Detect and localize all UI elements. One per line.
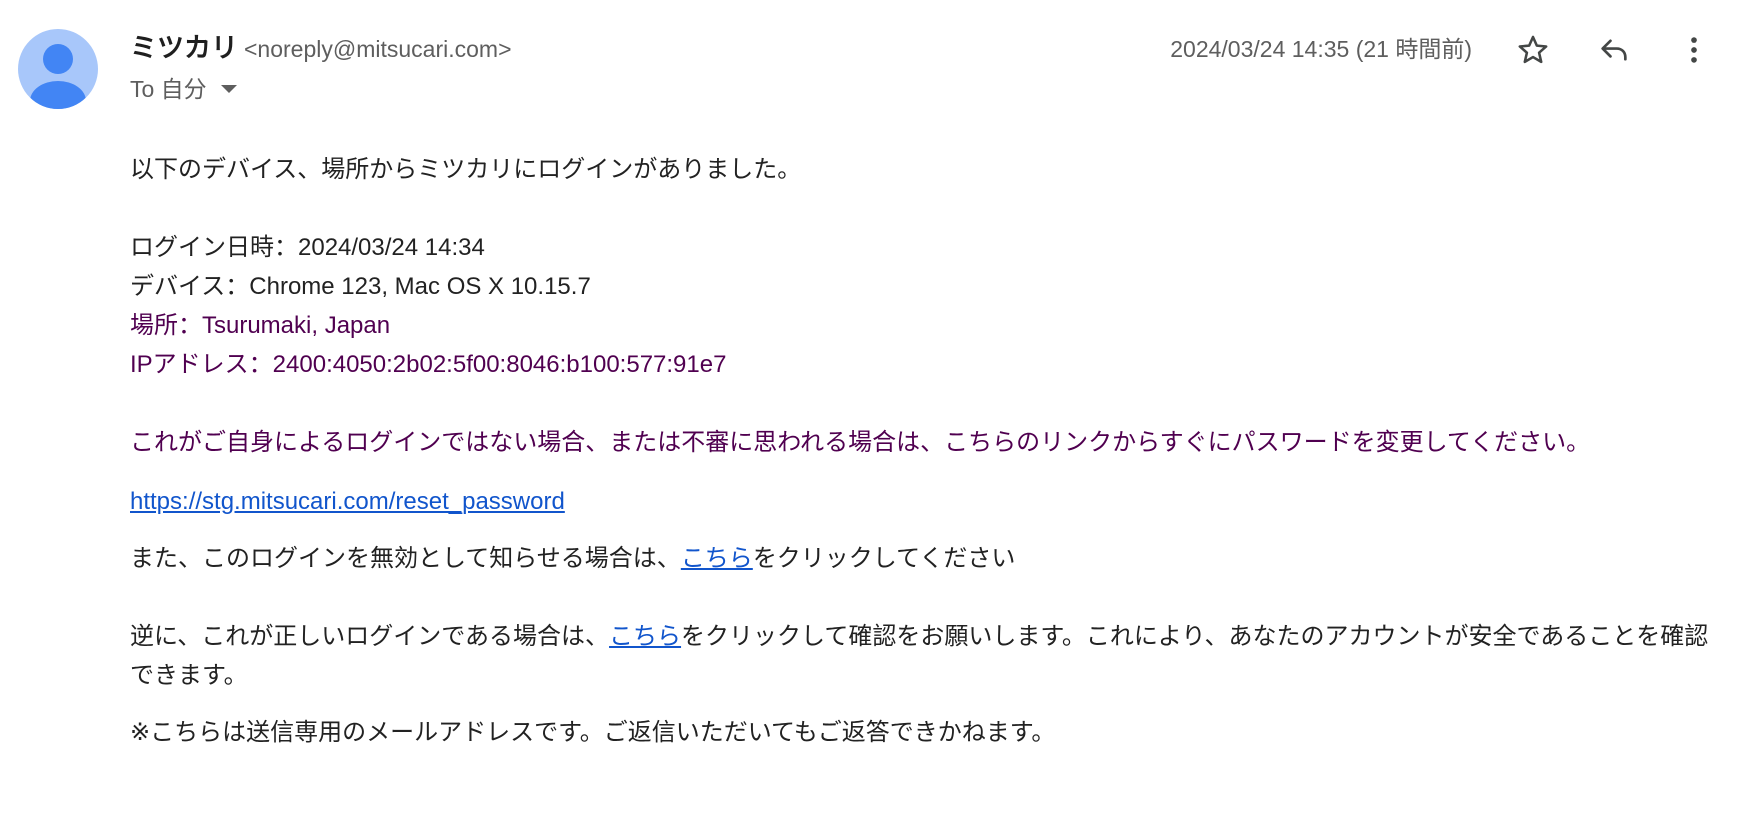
login-ip: IPアドレス：2400:4050:2b02:5f00:8046:b100:577… [130,351,727,378]
intro-text: 以下のデバイス、場所からミツカリにログインがありました。 [130,156,802,183]
invalidate-text-after: をクリックしてください [752,545,1016,572]
login-device: デバイス：Chrome 123, Mac OS X 10.15.7 [130,273,591,300]
star-outline-icon [1518,35,1548,64]
invalidate-text: また、このログインを無効として知らせる場合は、 [130,545,681,572]
login-time: ログイン日時：2024/03/24 14:34 [130,234,485,261]
reply-button[interactable] [1592,28,1636,72]
person-avatar-icon[interactable] [18,29,98,109]
invalidate-paragraph: また、このログインを無効として知らせる場合は、こちらをクリックしてください [130,539,1720,578]
confirm-link[interactable]: こちら [609,623,681,650]
more-vert-icon [1691,37,1697,63]
confirm-text: 逆に、これが正しいログインである場合は、 [130,623,610,650]
warning-text: これがご自身によるログインではない場合、または不審に思われる場合は、こちらのリン… [130,429,1591,456]
reset-password-link[interactable]: https://stg.mitsucari.com/reset_password [130,488,565,515]
sender-name[interactable]: ミツカリ [130,33,238,63]
sender-email: <noreply@mitsucari.com> [244,36,512,62]
caret-down-icon[interactable] [220,85,237,93]
star-button[interactable] [1511,28,1555,72]
recipient-line: To 自分 [130,72,237,106]
message-body: 以下のデバイス、場所からミツカリにログインがありました。 ログイン日時：2024… [130,150,1720,752]
reply-icon [1601,39,1627,61]
recipient-label: To 自分 [130,76,207,102]
more-options-button[interactable] [1672,28,1716,72]
sender: ミツカリ <noreply@mitsucari.com> [130,30,512,71]
invalidate-link[interactable]: こちら [681,545,753,572]
confirm-paragraph: 逆に、これが正しいログインである場合は、こちらをクリックして確認をお願いします。… [130,617,1720,695]
message-date: 2024/03/24 14:35 (21 時間前) [1170,36,1472,62]
login-location: 場所：Tsurumaki, Japan [130,312,391,339]
footer-note: ※こちらは送信専用のメールアドレスです。ご返信いただいてもご返答できかねます。 [130,719,1056,746]
